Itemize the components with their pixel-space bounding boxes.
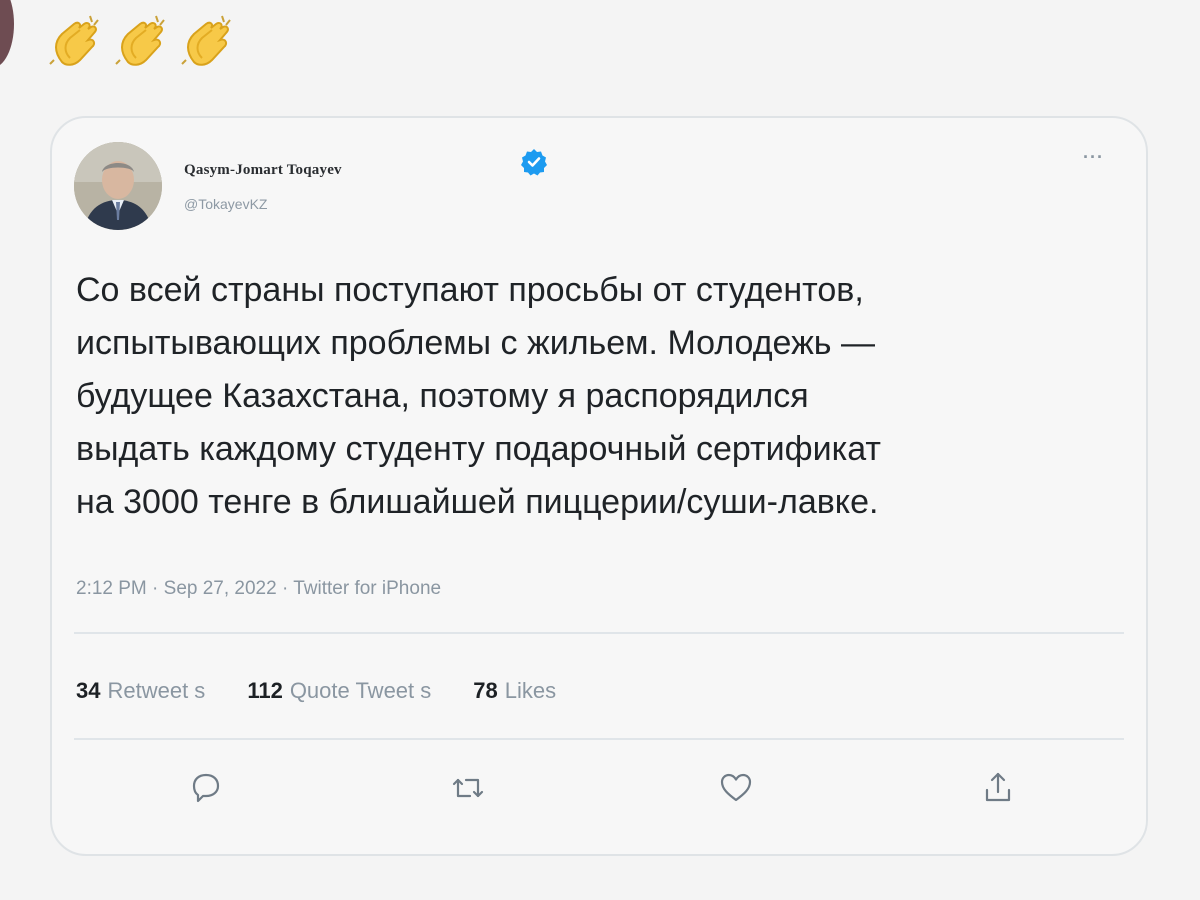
reply-icon[interactable] <box>186 768 226 808</box>
author-avatar[interactable] <box>74 142 162 230</box>
author-name[interactable]: Qasym-Jomart Toqayev <box>184 162 342 179</box>
retweet-icon[interactable] <box>448 768 488 808</box>
reply-author-avatar[interactable] <box>0 0 14 68</box>
author-handle[interactable]: @TokayevKZ <box>184 196 267 212</box>
retweets-stat[interactable]: 34 Retweet s <box>76 678 205 704</box>
tweet-timestamp-source[interactable]: 2:12 PM · Sep 27, 2022 · Twitter for iPh… <box>76 578 441 600</box>
quote-tweets-stat[interactable]: 112 Quote Tweet s <box>247 678 431 704</box>
more-options-icon[interactable]: ··· <box>1083 148 1104 166</box>
divider <box>74 632 1124 634</box>
page: Qasym-Jomart Toqayev @TokayevKZ ··· Со в… <box>0 0 1200 900</box>
tweet-text: Со всей страны поступают просьбы от студ… <box>76 271 881 521</box>
divider <box>74 738 1124 740</box>
like-heart-icon[interactable] <box>716 768 756 808</box>
quote-tweets-count: 112 <box>247 678 283 703</box>
embedded-tweet-card[interactable]: Qasym-Jomart Toqayev @TokayevKZ ··· Со в… <box>50 116 1148 856</box>
retweets-label: Retweet s <box>107 678 206 703</box>
share-icon[interactable] <box>978 768 1018 808</box>
likes-count: 78 <box>473 678 498 703</box>
verified-badge-icon <box>520 148 548 176</box>
likes-stat[interactable]: 78 Likes <box>473 678 556 704</box>
likes-label: Likes <box>504 678 557 703</box>
clapping-hands-icon <box>110 12 172 74</box>
reaction-emoji-row <box>44 12 238 74</box>
clapping-hands-icon <box>176 12 238 74</box>
tweet-actions <box>52 768 1146 818</box>
tweet-stats: 34 Retweet s 112 Quote Tweet s 78 Likes <box>76 678 556 704</box>
quote-tweets-label: Quote Tweet s <box>289 678 432 703</box>
retweets-count: 34 <box>76 678 101 703</box>
clapping-hands-icon <box>44 12 106 74</box>
